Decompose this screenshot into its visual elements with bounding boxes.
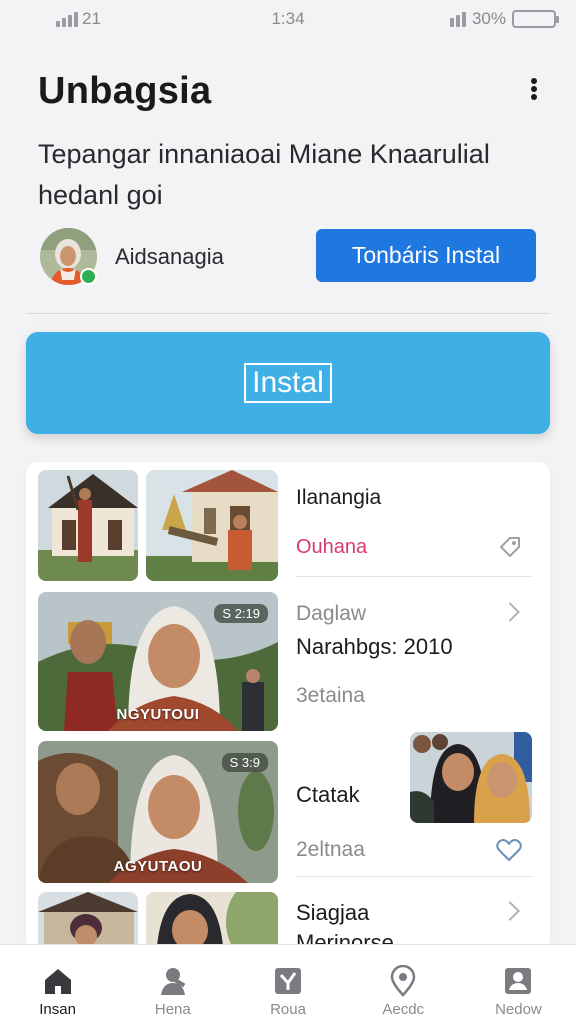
row1-subtitle: Ouhana	[296, 536, 368, 558]
battery-icon	[512, 10, 559, 28]
row-divider	[296, 876, 532, 877]
row2-label: Daglaw	[296, 602, 367, 625]
nav-label: Nedow	[495, 1001, 542, 1018]
feed-image-group[interactable]	[410, 732, 532, 823]
install-button-label: Instal	[244, 363, 332, 403]
app-subtitle: Tepangar innaniaoai Miane Knaarulial hed…	[38, 139, 490, 210]
row1-title[interactable]: Ilanangia	[296, 486, 381, 510]
row3-meta: 2eltnaa	[296, 838, 365, 861]
install-button[interactable]: Instal	[26, 332, 550, 434]
app-title: Unbagsia	[38, 70, 212, 112]
nav-item-check[interactable]: Roua	[230, 945, 345, 1024]
cellular-icon	[449, 11, 466, 27]
feed-card: Ilanangia Ouhana S 2:19 NGYUTOUI Daglaw …	[26, 462, 550, 952]
secondary-install-button[interactable]: Tonbáris Instal	[316, 229, 536, 282]
feed-image-portrait-3[interactable]	[146, 892, 278, 952]
person-icon	[160, 968, 186, 995]
video-duration-badge: S 3:9	[221, 753, 268, 772]
profile-card-icon	[505, 968, 532, 994]
check-square-icon	[275, 968, 301, 994]
feed-image-house-2[interactable]	[38, 892, 138, 952]
nav-item-profile[interactable]: Nedow	[461, 945, 576, 1024]
row-divider	[296, 576, 532, 577]
nav-item-home[interactable]: Insan	[0, 945, 115, 1024]
nav-item-location[interactable]: Aecdc	[346, 945, 461, 1024]
verified-badge-icon	[80, 268, 97, 285]
tag-icon[interactable]	[496, 532, 524, 560]
image-caption: NGYUTOUI	[116, 706, 200, 723]
nav-label: Aecdc	[382, 1001, 425, 1018]
row3-title[interactable]: Ctatak	[296, 782, 360, 808]
feed-image-temple[interactable]	[146, 470, 278, 581]
chevron-right-icon[interactable]	[500, 901, 520, 921]
feed-image-portrait-1[interactable]: S 2:19 NGYUTOUI	[38, 592, 278, 731]
image-caption: AGYUTAOU	[113, 858, 203, 875]
row2-title[interactable]: Narahbgs: 2010	[296, 634, 453, 660]
more-vertical-icon[interactable]	[524, 74, 544, 104]
row4-title[interactable]: Siagjaa	[296, 900, 369, 926]
nav-label: Hena	[154, 1001, 191, 1018]
divider	[26, 313, 550, 314]
feed-image-portrait-2[interactable]: S 3:9 AGYUTAOU	[38, 741, 278, 883]
video-duration-badge: S 2:19	[214, 604, 268, 623]
nav-label: Insan	[39, 1001, 76, 1018]
heart-icon[interactable]	[495, 836, 523, 864]
home-icon	[44, 969, 71, 994]
chevron-right-icon[interactable]	[500, 602, 520, 622]
developer-row: Aidsanagia Tonbáris Instal	[40, 228, 540, 286]
feed-image-house[interactable]	[38, 470, 138, 581]
nav-label: Roua	[270, 1001, 306, 1018]
row2-meta: 3etaina	[296, 684, 365, 707]
battery-text: 30%	[471, 9, 506, 28]
bottom-nav: Insan Hena Roua Aecdc Nedow	[0, 944, 576, 1024]
location-pin-icon	[390, 965, 416, 997]
developer-name[interactable]: Aidsanagia	[115, 244, 224, 270]
status-bar: 21 1:34 30%	[0, 0, 576, 40]
nav-item-person[interactable]: Hena	[115, 945, 230, 1024]
battery-group: 30%	[449, 9, 559, 29]
